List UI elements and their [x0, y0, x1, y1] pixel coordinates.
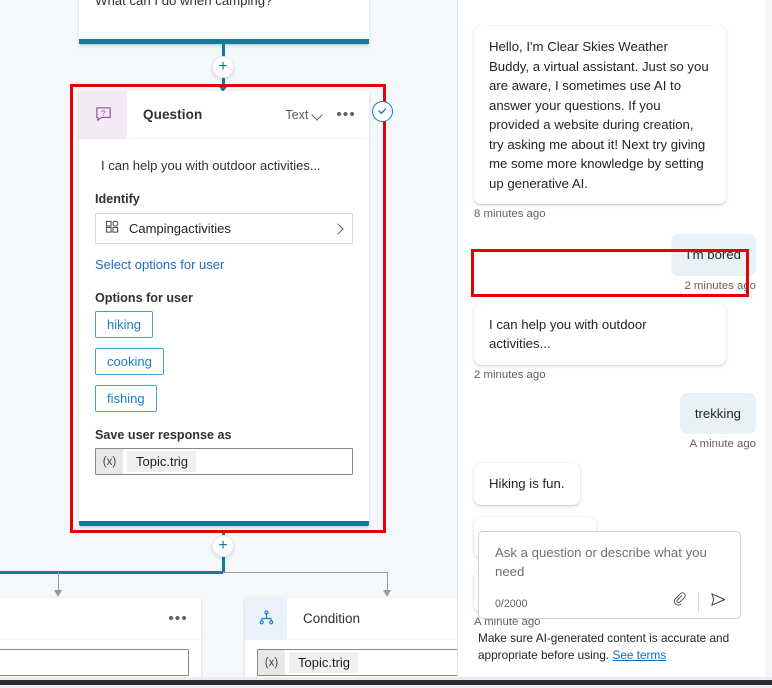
see-terms-link[interactable]: See terms: [612, 648, 666, 662]
node-accent-bar: [79, 521, 369, 526]
question-node-body: I can help you with outdoor activities..…: [79, 139, 369, 475]
add-node-button-bottom[interactable]: +: [212, 535, 234, 557]
trigger-node-card[interactable]: What activities can I do outdoors? What …: [79, 0, 369, 44]
character-counter: 0/2000: [495, 598, 528, 610]
svg-text:?: ?: [101, 108, 105, 117]
message-timestamp: 2 minutes ago: [684, 279, 756, 292]
right-node-header: Condition: [245, 598, 457, 640]
response-type-value: Text: [285, 107, 309, 122]
option-chip[interactable]: fishing: [95, 385, 157, 412]
variable-icon: (x): [96, 449, 123, 474]
ai-disclaimer: Make sure AI-generated content is accura…: [478, 630, 740, 664]
options-for-user-label: Options for user: [95, 291, 193, 305]
check-circle-icon[interactable]: [372, 101, 393, 122]
branch-connector: [223, 572, 387, 573]
chevron-right-icon: [333, 224, 343, 234]
chat-composer[interactable]: Ask a question or describe what you need…: [478, 531, 741, 619]
message-row: trekking: [474, 392, 756, 434]
window-bottom-strip: [0, 677, 772, 688]
left-node-title: tion: [0, 611, 155, 626]
bot-message-bubble-highlighted: I can help you with outdoor activities..…: [474, 303, 726, 365]
entity-name: Campingactivities: [129, 221, 231, 236]
bot-message-bubble: Hiking is fun.: [474, 463, 580, 505]
right-condition-node-card[interactable]: Condition (x) Topic.trig: [245, 598, 457, 677]
branch-arrow: [383, 590, 391, 597]
variable-icon: (x): [258, 650, 285, 675]
add-node-button-top[interactable]: +: [212, 56, 234, 78]
bot-message-bubble: Hello, I'm Clear Skies Weather Buddy, a …: [474, 26, 726, 204]
save-user-response-label: Save user response as: [95, 428, 232, 442]
node-overflow-menu-button[interactable]: •••: [323, 107, 369, 122]
option-chip[interactable]: hiking: [95, 311, 153, 338]
ai-disclaimer-text: Make sure AI-generated content is accura…: [478, 631, 730, 662]
question-node-header: ? Question Text •••: [79, 91, 369, 139]
message-row: Hello, I'm Clear Skies Weather Buddy, a …: [474, 26, 756, 204]
left-node-overflow-menu-button[interactable]: •••: [155, 611, 201, 626]
user-message-bubble: trekking: [679, 392, 756, 434]
authoring-canvas[interactable]: What activities can I do outdoors? What …: [0, 0, 457, 677]
option-chip[interactable]: cooking: [95, 348, 164, 375]
message-timestamp: 8 minutes ago: [474, 208, 546, 220]
question-prompt-text[interactable]: I can help you with outdoor activities..…: [95, 149, 353, 187]
message-row: I'm bored: [474, 234, 756, 276]
right-node-variable-field[interactable]: (x) Topic.trig: [257, 649, 457, 676]
right-node-variable-name: Topic.trig: [289, 652, 359, 673]
response-type-dropdown[interactable]: Text: [285, 108, 323, 122]
user-message-bubble: I'm bored: [671, 234, 756, 276]
right-node-body: (x) Topic.trig: [245, 640, 457, 677]
chat-scrollbar[interactable]: [765, 0, 772, 677]
page-title: Question: [143, 107, 203, 122]
identify-label: Identify: [95, 192, 140, 206]
message-row: Hiking is fun.: [474, 463, 756, 505]
paperclip-icon[interactable]: [671, 591, 688, 613]
left-node-header: tion •••: [0, 598, 201, 640]
branch-arrow: [54, 590, 62, 597]
message-timestamp: A minute ago: [689, 438, 757, 450]
left-condition-node-card[interactable]: tion ••• rig: [0, 598, 201, 677]
identify-entity-picker[interactable]: Campingactivities: [95, 213, 353, 244]
message-timestamp: 2 minutes ago: [474, 368, 546, 381]
question-node-card[interactable]: ? Question Text ••• I can help you with …: [79, 91, 369, 526]
send-icon[interactable]: [709, 590, 728, 614]
variable-name: Topic.trig: [127, 451, 197, 472]
save-variable-field[interactable]: (x) Topic.trig: [95, 448, 353, 475]
branch-bus-line: [0, 571, 223, 574]
left-node-body: rig: [0, 640, 201, 677]
chevron-down-icon: [313, 110, 323, 120]
composer-divider: [698, 592, 699, 612]
taskbar-strip: [0, 680, 772, 685]
select-options-for-user-link[interactable]: Select options for user: [95, 257, 224, 272]
left-node-variable-field[interactable]: rig: [0, 649, 189, 676]
entity-grid-icon: [105, 219, 120, 239]
right-node-title: Condition: [303, 611, 361, 626]
composer-actions: [671, 590, 728, 614]
message-row: I can help you with outdoor activities..…: [474, 303, 756, 365]
options-list: hiking cooking fishing: [95, 311, 353, 422]
question-bubble-icon: ?: [79, 91, 127, 139]
condition-branch-icon: [245, 598, 287, 640]
trigger-phrase: What can I do when camping?: [95, 0, 273, 8]
chat-input-placeholder[interactable]: Ask a question or describe what you need: [495, 543, 713, 581]
